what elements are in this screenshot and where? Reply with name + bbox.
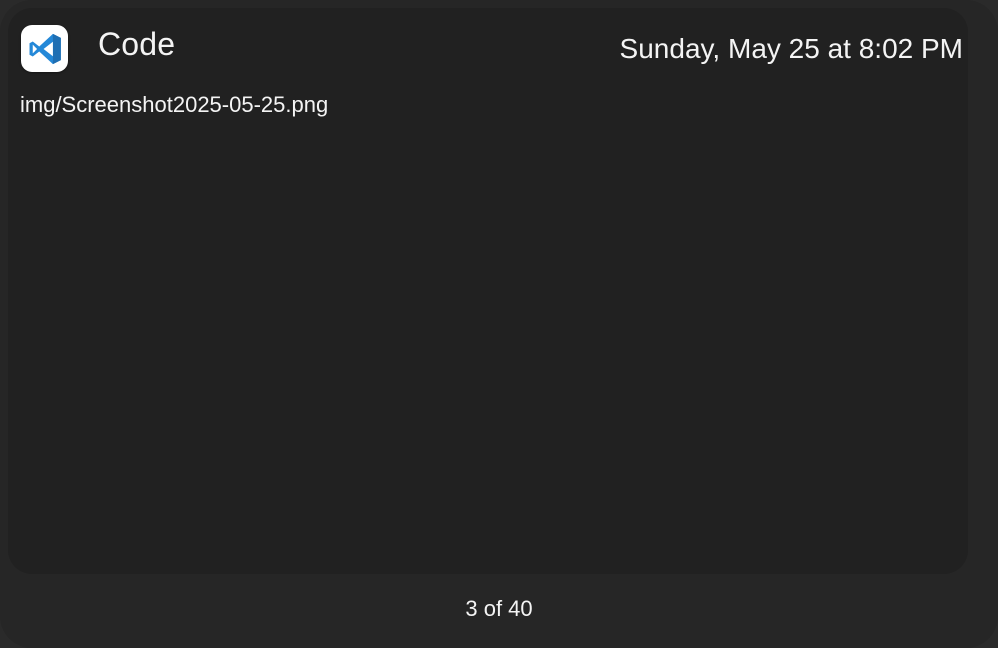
notification-preview-area[interactable] <box>20 130 960 560</box>
file-path-text[interactable]: img/Screenshot2025-05-25.png <box>20 90 328 120</box>
notification-header: Code Sunday, May 25 at 8:02 PM <box>0 0 998 90</box>
notification-timestamp: Sunday, May 25 at 8:02 PM <box>619 33 963 64</box>
vscode-icon <box>21 25 68 72</box>
vscode-logo-icon <box>29 33 61 64</box>
notification-pager: 3 of 40 <box>465 596 533 621</box>
notification-window: Code Sunday, May 25 at 8:02 PM img/Scree… <box>0 0 998 648</box>
app-name: Code <box>98 26 176 62</box>
